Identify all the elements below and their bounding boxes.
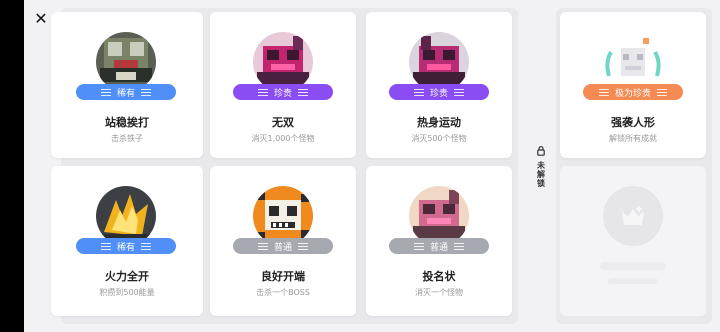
badge-lines-icon [413,242,424,250]
achievement-title: 热身运动 [417,116,461,129]
locked-placeholder-card [560,166,706,316]
locked-achievements-panel: 极为珍贵 强袭人形 解锁所有成就 [556,8,712,324]
badge-label: 珍贵 [273,88,292,99]
locked-label-text: 未解锁 [536,161,546,188]
achievement-card[interactable]: 稀有 站稳挨打 击杀铁子 [51,12,203,158]
achievement-card[interactable]: 普通 良好开端 击杀一个BOSS [210,166,356,316]
rarity-badge: 稀有 [76,238,176,254]
achievement-card[interactable]: 极为珍贵 强袭人形 解锁所有成就 [560,12,706,158]
unlocked-achievements-panel: 稀有 站稳挨打 击杀铁子 珍贵 无双 消灭1,000个怪物 珍贵 热身运动 消灭… [51,8,518,324]
trophy-placeholder-icon [603,186,663,246]
achievement-title: 强袭人形 [611,116,655,129]
badge-lines-icon [141,88,151,96]
badge-lines-icon [454,242,464,250]
locked-section-label: 未解锁 [534,146,548,188]
achievement-title: 良好开端 [261,270,305,283]
rarity-badge: 珍贵 [233,84,333,100]
lock-icon [537,146,545,159]
achievement-avatar [603,32,663,92]
badge-lines-icon [298,88,308,96]
rarity-badge: 稀有 [76,84,176,100]
badge-label: 普通 [273,242,292,253]
achievement-desc: 消灭1,000个怪物 [251,134,315,143]
achievement-desc: 消灭500个怪物 [411,134,467,143]
achievement-avatar [409,186,469,246]
badge-lines-icon [100,88,111,96]
rarity-badge: 极为珍贵 [583,84,683,100]
badge-lines-icon [657,88,667,96]
achievement-desc: 消灭一个怪物 [415,288,463,297]
badge-lines-icon [100,242,111,250]
badge-lines-icon [298,242,308,250]
rarity-badge: 普通 [233,238,333,254]
badge-lines-icon [257,88,268,96]
badge-lines-icon [413,88,424,96]
badge-label: 稀有 [116,242,135,253]
achievement-desc: 击杀铁子 [111,134,143,143]
achievement-title: 火力全开 [105,270,149,283]
achievement-card[interactable]: 珍贵 无双 消灭1,000个怪物 [210,12,356,158]
badge-lines-icon [598,88,609,96]
badge-label: 普通 [429,242,448,253]
achievement-avatar [96,32,156,92]
achievement-avatar [253,186,313,246]
achievement-avatar [96,186,156,246]
achievement-desc: 解锁所有成就 [609,134,657,143]
rarity-badge: 珍贵 [389,84,489,100]
placeholder-bar [608,278,658,284]
rarity-badge: 普通 [389,238,489,254]
badge-label: 极为珍贵 [614,88,651,99]
close-button[interactable]: ✕ [32,8,50,28]
badge-label: 珍贵 [429,88,448,99]
achievement-title: 投名状 [422,270,456,283]
achievement-title: 无双 [272,116,294,129]
achievement-card[interactable]: 普通 投名状 消灭一个怪物 [366,166,512,316]
badge-lines-icon [257,242,268,250]
badge-lines-icon [141,242,151,250]
achievement-avatar [253,32,313,92]
achievement-title: 站稳挨打 [105,116,149,129]
badge-label: 稀有 [116,88,135,99]
placeholder-bar [600,262,666,270]
badge-lines-icon [454,88,464,96]
achievement-avatar [409,32,469,92]
close-icon: ✕ [34,8,48,28]
achievement-card[interactable]: 珍贵 热身运动 消灭500个怪物 [366,12,512,158]
achievement-desc: 积攒到500能量 [99,288,155,297]
achievement-card[interactable]: 稀有 火力全开 积攒到500能量 [51,166,203,316]
achievement-desc: 击杀一个BOSS [256,288,310,297]
